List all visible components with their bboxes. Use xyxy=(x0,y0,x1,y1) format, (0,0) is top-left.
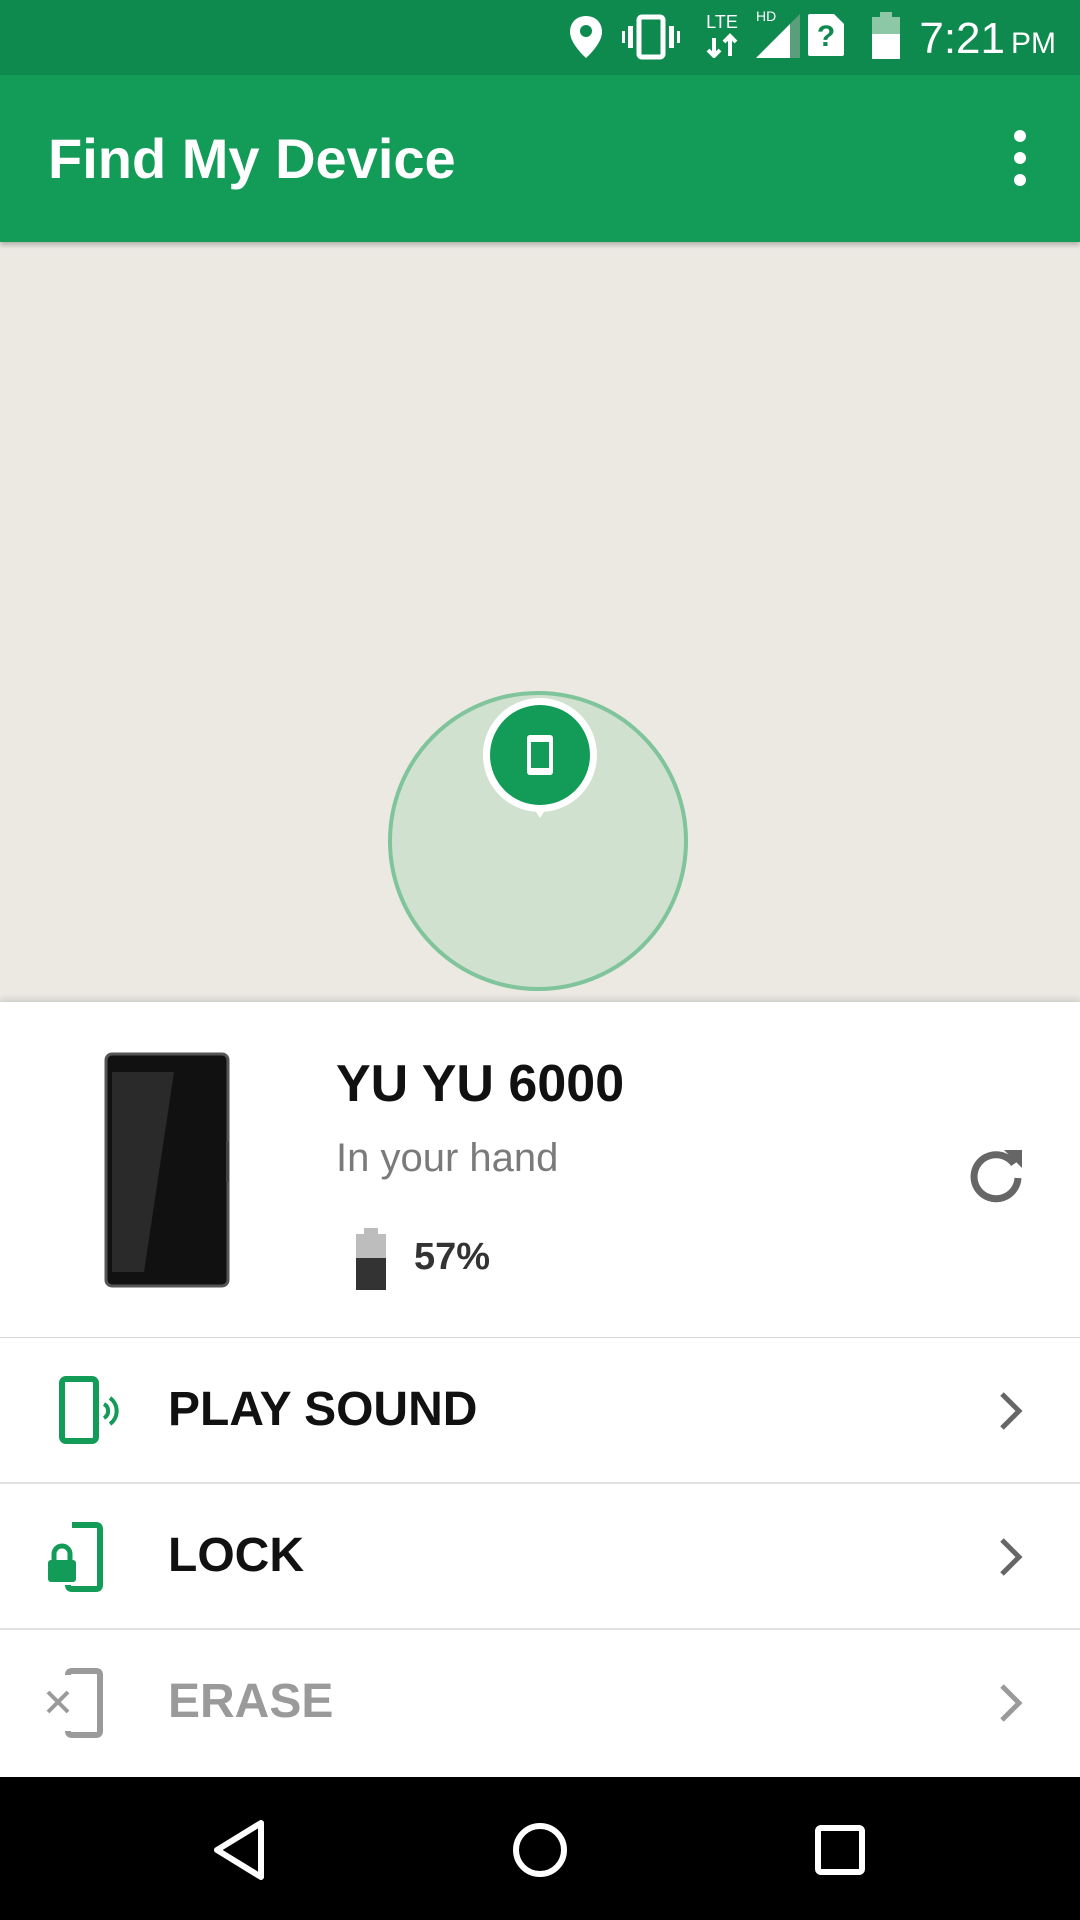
device-card: YU YU 6000 In your hand 57% xyxy=(0,1002,1080,1337)
play-sound-row[interactable]: PLAY SOUND xyxy=(0,1338,1080,1484)
chevron-right-icon xyxy=(1000,1684,1023,1722)
recents-icon[interactable] xyxy=(805,1815,875,1885)
refresh-icon[interactable] xyxy=(964,1142,1028,1206)
lte-label: LTE xyxy=(706,12,738,32)
navigation-bar xyxy=(0,1777,1080,1920)
app-bar: Find My Device xyxy=(0,75,1080,242)
map-view[interactable] xyxy=(0,242,1080,1002)
status-bar: LTE HD ? 7:21 PM xyxy=(0,0,1080,75)
play-sound-label: PLAY SOUND xyxy=(168,1383,478,1436)
back-icon[interactable] xyxy=(205,1815,275,1885)
vibrate-icon xyxy=(622,14,680,60)
action-list: PLAY SOUND LOCK ERASE xyxy=(0,1337,1080,1778)
chevron-right-icon xyxy=(1000,1538,1023,1576)
device-battery-icon xyxy=(356,1228,386,1290)
clock-time: 7:21 xyxy=(919,14,1005,63)
device-location-marker[interactable] xyxy=(479,694,601,834)
device-name: YU YU 6000 xyxy=(336,1055,625,1113)
lte-data-icon: LTE xyxy=(704,12,740,62)
device-status: In your hand xyxy=(336,1136,559,1180)
lock-label: LOCK xyxy=(168,1529,304,1582)
home-icon[interactable] xyxy=(505,1815,575,1885)
phone-icon xyxy=(527,735,553,775)
lock-row[interactable]: LOCK xyxy=(0,1484,1080,1630)
svg-text:?: ? xyxy=(817,20,835,53)
chevron-right-icon xyxy=(1000,1392,1023,1430)
play-sound-icon xyxy=(59,1376,119,1444)
battery-level: 57% xyxy=(414,1236,491,1278)
more-vert-icon[interactable] xyxy=(1000,128,1040,188)
battery-icon xyxy=(872,12,900,59)
device-image xyxy=(104,1052,230,1288)
lock-icon xyxy=(48,1522,103,1592)
clock-ampm: PM xyxy=(1011,27,1056,60)
location-icon xyxy=(570,16,602,58)
erase-label: ERASE xyxy=(168,1675,334,1728)
sim-unknown-icon: ? xyxy=(808,14,844,56)
erase-icon xyxy=(46,1668,103,1738)
app-title: Find My Device xyxy=(48,127,456,190)
erase-row[interactable]: ERASE xyxy=(0,1630,1080,1776)
clock: 7:21 PM xyxy=(919,14,1056,69)
signal-icon xyxy=(756,14,800,58)
